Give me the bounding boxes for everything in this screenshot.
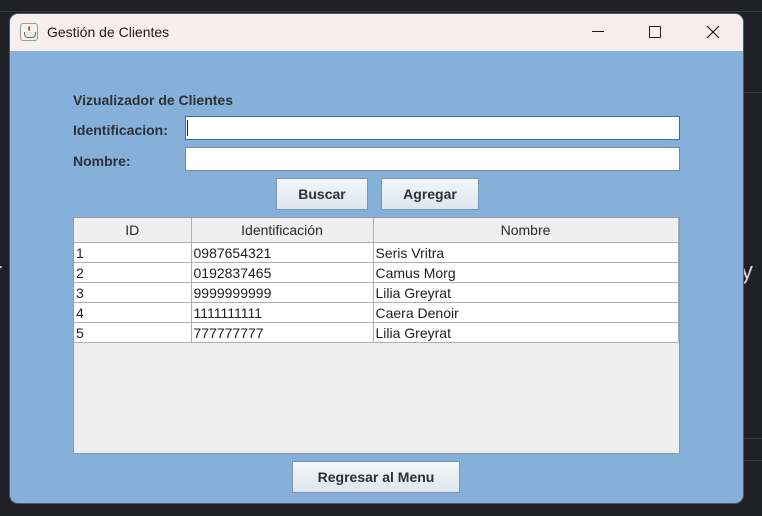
background-divider (0, 11, 762, 12)
clients-table[interactable]: ID Identificación Nombre 1 0987654321 Se… (73, 217, 680, 454)
cell-id: 5 (74, 322, 192, 343)
cell-id: 1 (74, 242, 192, 263)
cell-identificacion: 9999999999 (191, 282, 374, 303)
regresar-menu-button[interactable]: Regresar al Menu (292, 461, 460, 493)
nombre-label: Nombre: (73, 153, 131, 169)
column-header-id[interactable]: ID (74, 218, 192, 243)
cell-identificacion: 0192837465 (191, 262, 374, 283)
column-header-identificacion[interactable]: Identificación (191, 218, 374, 243)
panel-heading: Vizualizador de Clientes (73, 92, 234, 108)
identificacion-input[interactable] (185, 116, 680, 140)
cell-id: 2 (74, 262, 192, 283)
cell-nombre: Caera Denoir (373, 302, 679, 323)
cell-nombre: Camus Morg (373, 262, 679, 283)
table-row[interactable]: 1 0987654321 Seris Vritra (74, 242, 679, 263)
close-button[interactable] (684, 14, 740, 51)
cell-nombre: Lilia Greyrat (373, 282, 679, 303)
window-title: Gestión de Clientes (47, 24, 170, 40)
maximize-button[interactable] (626, 14, 682, 51)
clientes-window: Gestión de Clientes Vizualizador de Clie… (10, 14, 743, 503)
text-caret (187, 120, 188, 136)
buscar-button[interactable]: Buscar (276, 178, 368, 210)
table-header-row: ID Identificación Nombre (74, 218, 679, 243)
background-divider (744, 92, 762, 93)
identificacion-label: Identificacion: (73, 122, 168, 138)
cell-nombre: Seris Vritra (373, 242, 679, 263)
table-row[interactable]: 4 1111111111 Caera Denoir (74, 302, 679, 323)
background-divider (744, 460, 762, 461)
table-row[interactable]: 2 0192837465 Camus Morg (74, 262, 679, 283)
table-row[interactable]: 5 777777777 Lilia Greyrat (74, 322, 679, 343)
cell-identificacion: 0987654321 (191, 242, 374, 263)
background-app-fragment: r (0, 258, 2, 286)
minimize-icon (592, 31, 604, 32)
agregar-button[interactable]: Agregar (381, 178, 479, 210)
column-header-nombre[interactable]: Nombre (373, 218, 679, 243)
cell-nombre: Lilia Greyrat (373, 322, 679, 343)
cell-identificacion: 1111111111 (191, 302, 374, 323)
client-viewer-panel: Vizualizador de Clientes Identificacion:… (10, 51, 743, 503)
cell-id: 4 (74, 302, 192, 323)
cell-id: 3 (74, 282, 192, 303)
background-divider (744, 438, 762, 439)
maximize-icon (649, 26, 661, 38)
close-icon (706, 25, 720, 39)
title-bar[interactable]: Gestión de Clientes (10, 14, 743, 51)
table-row[interactable]: 3 9999999999 Lilia Greyrat (74, 282, 679, 303)
java-cup-icon (20, 23, 38, 41)
cell-identificacion: 777777777 (191, 322, 374, 343)
minimize-button[interactable] (570, 14, 626, 51)
nombre-input[interactable] (185, 147, 680, 171)
